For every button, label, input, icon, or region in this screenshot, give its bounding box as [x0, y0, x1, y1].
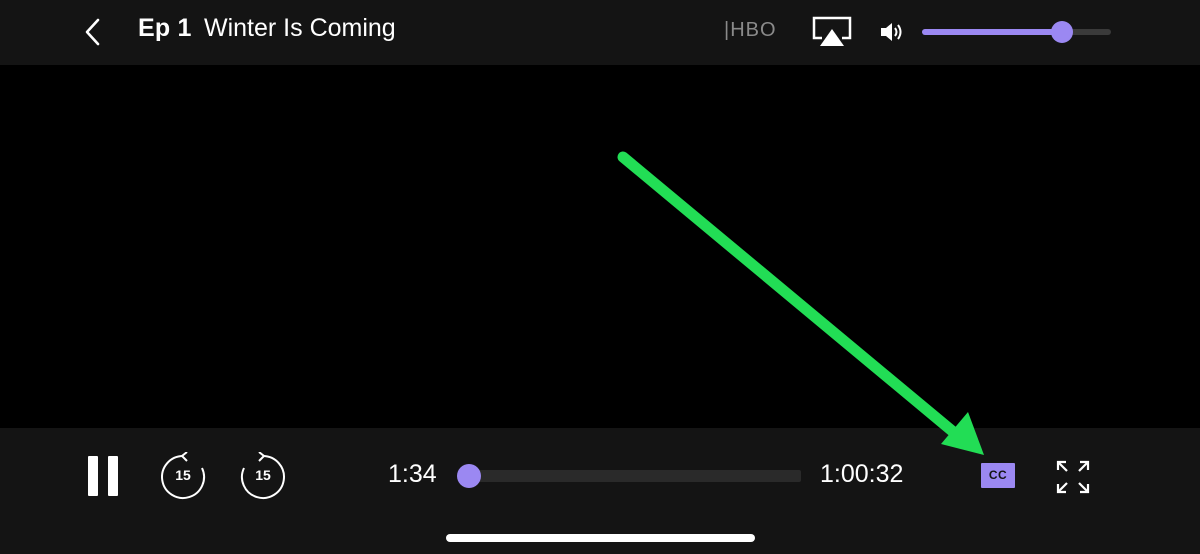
volume-slider-knob[interactable] — [1050, 21, 1073, 43]
total-duration: 1:00:32 — [820, 460, 904, 488]
fullscreen-icon — [1056, 460, 1090, 494]
volume-slider-fill — [922, 29, 1062, 35]
episode-number: Ep 1 — [138, 14, 192, 42]
volume-icon — [881, 23, 902, 41]
seek-bar[interactable] — [457, 464, 801, 488]
airplay-button[interactable] — [812, 16, 852, 48]
elapsed-time: 1:34 — [388, 460, 437, 488]
fullscreen-button[interactable] — [1055, 459, 1091, 495]
skip-back-button[interactable]: 15 — [158, 452, 208, 502]
player-top-bar: Ep 1 Winter Is Coming |HBO — [0, 0, 1200, 65]
pause-icon — [88, 456, 98, 496]
pause-icon-bar — [108, 456, 118, 496]
chevron-left-icon — [85, 18, 100, 46]
seek-bar-knob[interactable] — [457, 464, 481, 488]
skip-forward-button[interactable]: 15 — [238, 452, 288, 502]
airplay-icon — [812, 16, 852, 46]
volume-slider[interactable] — [922, 21, 1111, 43]
episode-title: Winter Is Coming — [204, 14, 396, 42]
network-logo: |HBO — [724, 19, 777, 41]
home-indicator[interactable] — [446, 534, 755, 542]
skip-back-seconds: 15 — [175, 467, 191, 483]
back-button[interactable] — [78, 17, 108, 47]
skip-forward-seconds: 15 — [255, 467, 271, 483]
video-area[interactable] — [0, 65, 1200, 428]
volume-button[interactable] — [880, 21, 906, 43]
player-controls-bar: 15 15 1:34 1:00:32 CC — [0, 428, 1200, 554]
pause-button[interactable] — [86, 456, 122, 496]
closed-captions-button[interactable]: CC — [981, 463, 1015, 488]
